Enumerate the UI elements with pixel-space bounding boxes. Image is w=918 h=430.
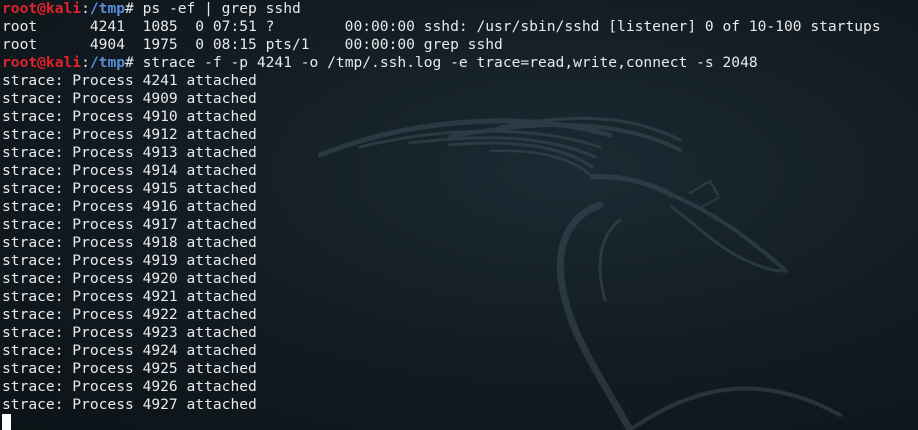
prompt-line: root@kali:/tmp# ps -ef | grep sshd — [2, 0, 881, 18]
terminal-window[interactable]: root@kali:/tmp# ps -ef | grep sshd root … — [0, 0, 918, 430]
output-line: strace: Process 4923 attached — [2, 324, 257, 341]
output-line: strace: Process 4920 attached — [2, 270, 257, 287]
text-cursor[interactable] — [2, 414, 11, 430]
command-text: ps -ef | grep sshd — [142, 0, 301, 17]
output-line: strace: Process 4912 attached — [2, 126, 257, 143]
output-line: strace: Process 4241 attached — [2, 72, 257, 89]
prompt-user-host: root@kali — [2, 0, 82, 17]
output-line: strace: Process 4926 attached — [2, 378, 257, 395]
output-line: strace: Process 4924 attached — [2, 342, 257, 359]
output-line: strace: Process 4917 attached — [2, 216, 257, 233]
cursor-line — [2, 414, 881, 430]
prompt-user-host: root@kali — [2, 54, 82, 71]
prompt-cwd: /tmp — [89, 0, 126, 17]
prompt-symbol: # — [125, 0, 143, 17]
output-line: strace: Process 4910 attached — [2, 108, 257, 125]
prompt-separator: : — [81, 0, 90, 17]
output-line: strace: Process 4913 attached — [2, 144, 257, 161]
prompt-symbol: # — [125, 54, 143, 71]
output-line: strace: Process 4919 attached — [2, 252, 257, 269]
output-line: strace: Process 4922 attached — [2, 306, 257, 323]
output-line: strace: Process 4925 attached — [2, 360, 257, 377]
output-line: strace: Process 4918 attached — [2, 234, 257, 251]
output-line: root 4904 1975 0 08:15 pts/1 00:00:00 gr… — [2, 36, 503, 53]
output-line: strace: Process 4927 attached — [2, 396, 257, 413]
prompt-cwd: /tmp — [89, 54, 126, 71]
prompt-separator: : — [81, 54, 90, 71]
output-line: strace: Process 4916 attached — [2, 198, 257, 215]
output-line: strace: Process 4915 attached — [2, 180, 257, 197]
output-line: strace: Process 4909 attached — [2, 90, 257, 107]
output-line: strace: Process 4914 attached — [2, 162, 257, 179]
output-line: root 4241 1085 0 07:51 ? 00:00:00 sshd: … — [2, 18, 881, 35]
terminal-output: root@kali:/tmp# ps -ef | grep sshd root … — [2, 0, 881, 430]
command-text: strace -f -p 4241 -o /tmp/.ssh.log -e tr… — [142, 54, 758, 71]
output-line: strace: Process 4921 attached — [2, 288, 257, 305]
prompt-line: root@kali:/tmp# strace -f -p 4241 -o /tm… — [2, 54, 881, 72]
